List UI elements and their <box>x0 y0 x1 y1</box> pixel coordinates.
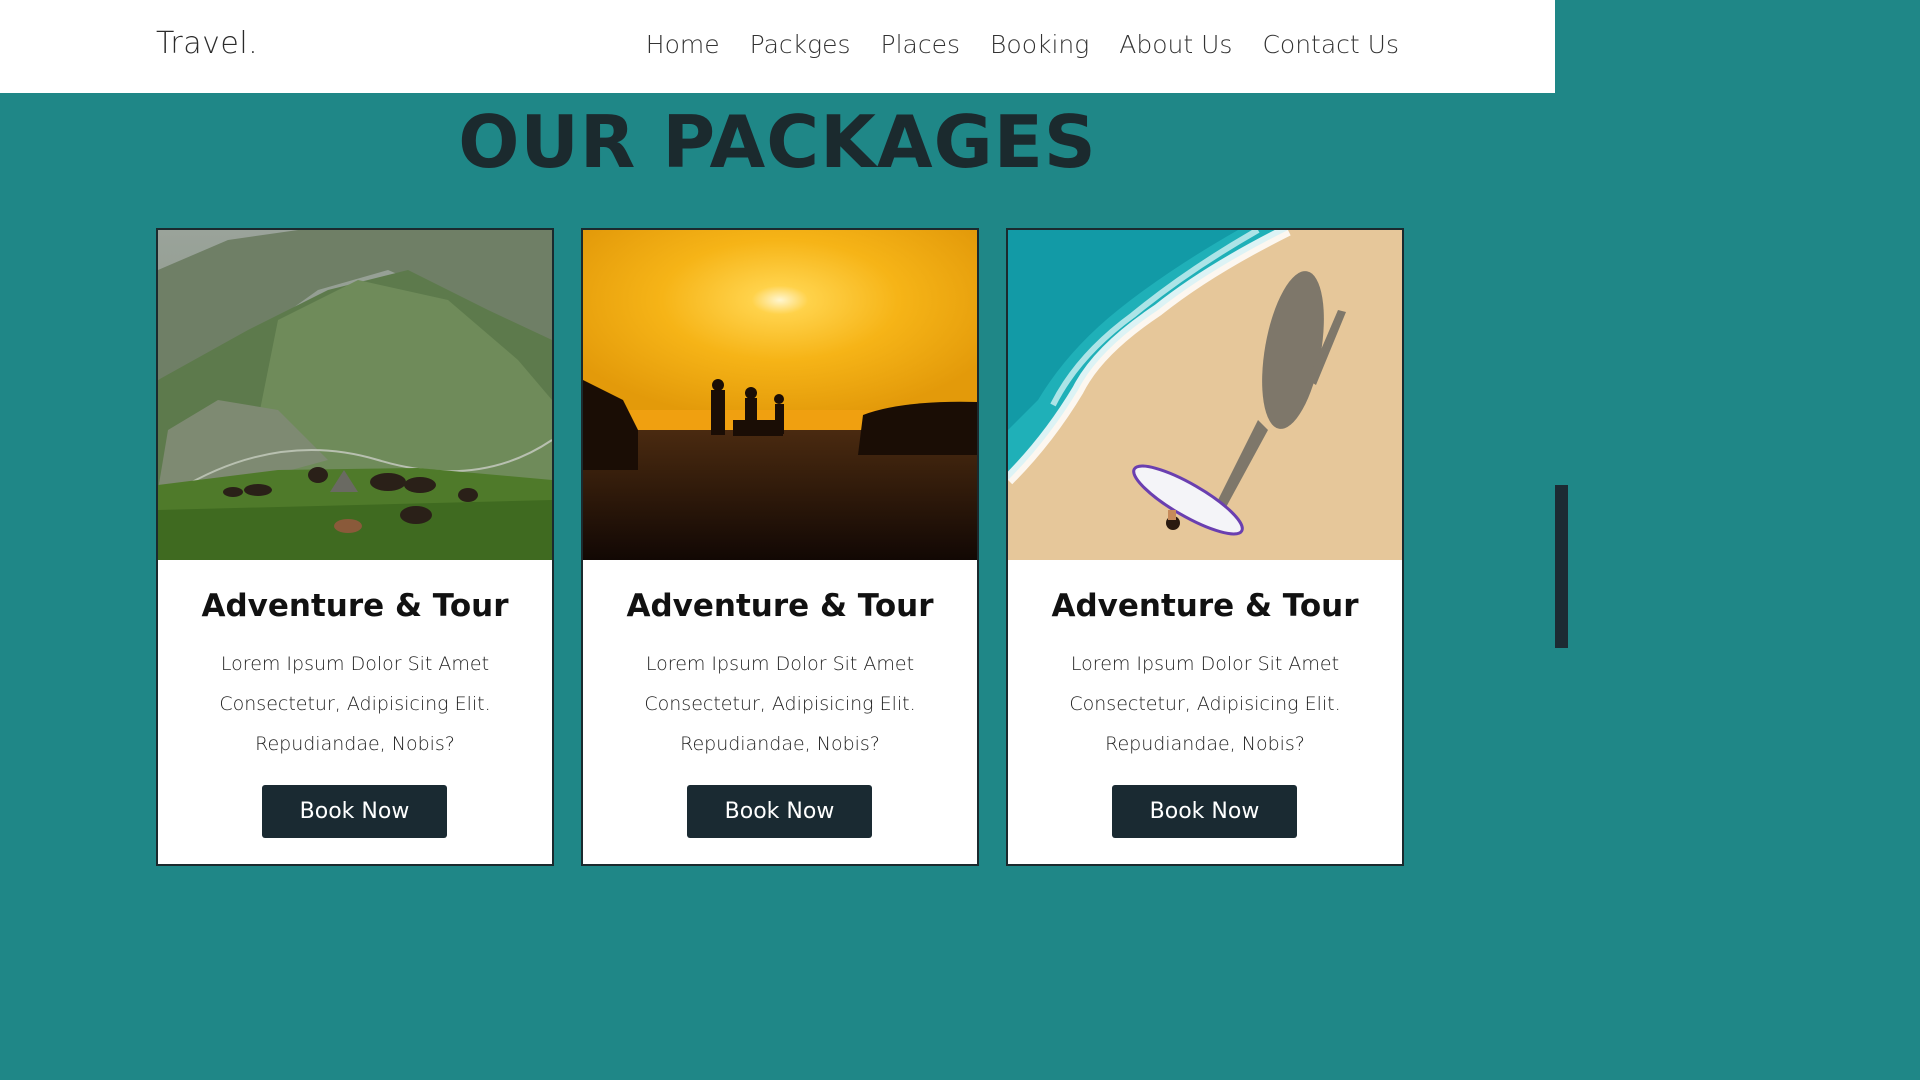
section-title: OUR PACKAGES <box>458 100 1097 184</box>
packages-list: Adventure & Tour Lorem Ipsum Dolor Sit A… <box>156 228 1404 866</box>
brand-logo[interactable]: Travel. <box>156 26 258 61</box>
beach-surfer-image <box>1008 230 1402 560</box>
package-card: Adventure & Tour Lorem Ipsum Dolor Sit A… <box>156 228 554 866</box>
card-text-line: Lorem Ipsum Dolor Sit Amet <box>220 653 490 675</box>
card-text-line: Lorem Ipsum Dolor Sit Amet <box>1070 653 1340 675</box>
package-card: Adventure & Tour Lorem Ipsum Dolor Sit A… <box>1006 228 1404 866</box>
card-title: Adventure & Tour <box>626 588 934 624</box>
nav-home[interactable]: Home <box>646 30 720 59</box>
nav-places[interactable]: Places <box>881 30 961 59</box>
scrollbar-thumb[interactable] <box>1555 485 1568 648</box>
card-text-line: Lorem Ipsum Dolor Sit Amet <box>645 653 915 675</box>
card-text-line: Repudiandae, Nobis? <box>255 733 455 755</box>
package-card: Adventure & Tour Lorem Ipsum Dolor Sit A… <box>581 228 979 866</box>
sunset-silhouettes-image <box>583 230 977 560</box>
card-text-line: Repudiandae, Nobis? <box>1105 733 1305 755</box>
main-nav: Home Packges Places Booking About Us Con… <box>646 30 1399 59</box>
nav-packages[interactable]: Packges <box>750 30 851 59</box>
book-now-button[interactable]: Book Now <box>1112 785 1297 838</box>
book-now-button[interactable]: Book Now <box>262 785 447 838</box>
card-title: Adventure & Tour <box>201 588 509 624</box>
card-description: Lorem Ipsum Dolor Sit Amet Consectetur, … <box>630 644 930 764</box>
site-header: Travel. Home Packges Places Booking Abou… <box>0 0 1555 93</box>
nav-contact-us[interactable]: Contact Us <box>1262 30 1399 59</box>
mountain-horses-image <box>158 230 552 560</box>
card-text-line: Repudiandae, Nobis? <box>680 733 880 755</box>
card-text-line: Consectetur, Adipisicing Elit. <box>1069 693 1341 715</box>
nav-booking[interactable]: Booking <box>990 30 1089 59</box>
nav-about-us[interactable]: About Us <box>1119 30 1232 59</box>
card-text-line: Consectetur, Adipisicing Elit. <box>219 693 491 715</box>
card-description: Lorem Ipsum Dolor Sit Amet Consectetur, … <box>205 644 505 764</box>
book-now-button[interactable]: Book Now <box>687 785 872 838</box>
card-title: Adventure & Tour <box>1051 588 1359 624</box>
card-description: Lorem Ipsum Dolor Sit Amet Consectetur, … <box>1055 644 1355 764</box>
card-text-line: Consectetur, Adipisicing Elit. <box>644 693 916 715</box>
